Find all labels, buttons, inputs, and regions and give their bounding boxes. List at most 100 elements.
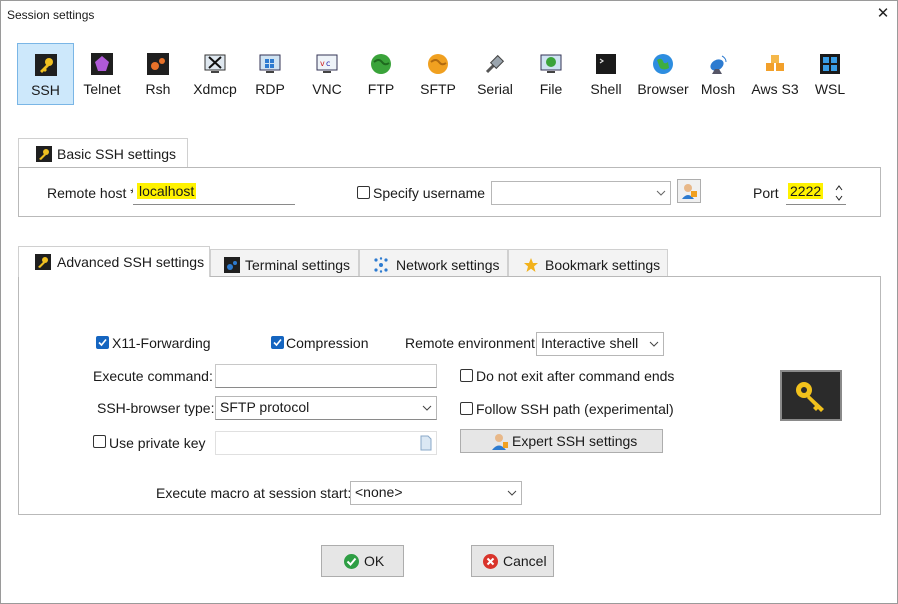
protocol-label: FTP (367, 81, 395, 97)
execute-macro-value: <none> (355, 484, 403, 500)
port-input[interactable]: 2222 (786, 181, 846, 205)
user-icon (492, 434, 508, 450)
telnet-icon (91, 53, 113, 75)
check-circle-icon (344, 554, 359, 569)
key-icon (36, 146, 52, 162)
protocol-wsl[interactable]: WSL (809, 43, 851, 105)
shell-icon (596, 54, 616, 74)
basic-settings-panel: Remote host * localhost Specify username… (18, 167, 881, 217)
protocol-xdmcp[interactable]: Xdmcp (187, 43, 243, 105)
tab-network-settings[interactable]: Network settings (359, 249, 508, 279)
document-icon[interactable] (420, 435, 432, 451)
cancel-circle-icon (483, 554, 498, 569)
specify-username-checkbox[interactable] (357, 186, 370, 199)
remote-host-label: Remote host * (47, 185, 136, 201)
username-select[interactable] (491, 181, 671, 205)
tab-label: Basic SSH settings (57, 146, 177, 162)
protocol-label: Serial (477, 81, 513, 97)
protocol-mosh[interactable]: Mosh (696, 43, 740, 105)
protocol-ssh[interactable]: SSH (17, 43, 74, 105)
terminal-icon (224, 257, 240, 273)
aws-s3-icon (766, 55, 784, 71)
browser-icon (653, 54, 673, 74)
tab-basic-ssh-settings: Basic SSH settings (18, 138, 188, 168)
protocol-serial[interactable]: Serial (470, 43, 520, 105)
protocol-sftp[interactable]: SFTP (414, 43, 462, 105)
follow-ssh-path-label: Follow SSH path (experimental) (476, 401, 674, 417)
protocol-bar: SSH Telnet Rsh Xdmcp RDP vc VNC FTP SFTP (17, 43, 857, 105)
ok-label: OK (364, 553, 385, 569)
port-value: 2222 (788, 183, 824, 199)
star-icon (524, 258, 538, 272)
protocol-ftp[interactable]: FTP (358, 43, 404, 105)
execute-macro-select[interactable]: <none> (350, 481, 522, 505)
window-title: Session settings (7, 8, 95, 22)
protocol-label: Telnet (83, 81, 121, 97)
expert-ssh-settings-label: Expert SSH settings (512, 433, 638, 449)
execute-macro-label: Execute macro at session start: (156, 485, 352, 501)
protocol-label: WSL (814, 81, 846, 97)
remote-host-input[interactable]: localhost (133, 181, 295, 205)
protocol-aws-s3[interactable]: Aws S3 (749, 43, 801, 105)
chevron-down-icon (507, 490, 517, 496)
tab-advanced-ssh-settings[interactable]: Advanced SSH settings (18, 246, 210, 277)
mosh-icon (710, 55, 727, 74)
protocol-label: File (539, 81, 563, 97)
title-bar: Session settings ✕ (1, 1, 897, 29)
protocol-label: Browser (637, 81, 689, 97)
protocol-label: SSH (31, 82, 60, 98)
chevron-down-icon (656, 190, 666, 196)
do-not-exit-label: Do not exit after command ends (476, 368, 675, 384)
use-private-key-checkbox[interactable] (93, 435, 106, 448)
serial-icon (485, 54, 505, 74)
expert-ssh-settings-button[interactable]: Expert SSH settings (460, 429, 663, 453)
tab-bookmark-settings[interactable]: Bookmark settings (508, 249, 668, 279)
protocol-label: SFTP (420, 81, 456, 97)
protocol-vnc[interactable]: vc VNC (302, 43, 352, 105)
ssh-browser-type-value: SFTP protocol (220, 399, 310, 415)
check-icon (273, 338, 282, 347)
svg-text:c: c (326, 59, 330, 68)
check-icon (98, 338, 107, 347)
advanced-settings-panel: X11-Forwarding Compression Remote enviro… (18, 276, 881, 515)
protocol-shell[interactable]: Shell (583, 43, 629, 105)
protocol-rsh[interactable]: Rsh (134, 43, 182, 105)
cancel-button[interactable]: Cancel (471, 545, 554, 577)
x11-forwarding-checkbox[interactable] (96, 336, 109, 349)
protocol-label: Xdmcp (193, 81, 237, 97)
protocol-label: Aws S3 (751, 81, 799, 97)
private-key-input[interactable] (215, 431, 437, 455)
tab-label: Terminal settings (245, 257, 351, 273)
port-spinner-icon[interactable] (834, 184, 844, 202)
compression-checkbox[interactable] (271, 336, 284, 349)
follow-ssh-path-checkbox[interactable] (460, 402, 473, 415)
wsl-icon (820, 54, 840, 74)
protocol-label: Shell (590, 81, 622, 97)
tab-terminal-settings[interactable]: Terminal settings (210, 249, 359, 279)
ssh-browser-type-select[interactable]: SFTP protocol (215, 396, 437, 420)
ssh-browser-type-label: SSH-browser type: (97, 400, 215, 416)
close-icon[interactable]: ✕ (871, 3, 895, 25)
rsh-icon (147, 53, 169, 75)
do-not-exit-checkbox[interactable] (460, 369, 473, 382)
use-private-key-label: Use private key (109, 435, 206, 451)
user-manager-button[interactable] (677, 179, 701, 203)
tab-label: Bookmark settings (545, 257, 661, 273)
ssh-key-icon (34, 54, 57, 76)
protocol-browser[interactable]: Browser (637, 43, 689, 105)
ssh-key-image (780, 370, 842, 421)
session-settings-window: Session settings ✕ SSH Telnet Rsh Xdmcp … (0, 0, 898, 604)
chevron-down-icon (422, 405, 432, 411)
execute-command-label: Execute command: (93, 368, 213, 384)
remote-environment-value: Interactive shell (541, 335, 639, 351)
file-icon (540, 54, 562, 73)
protocol-telnet[interactable]: Telnet (77, 43, 127, 105)
remote-environment-select[interactable]: Interactive shell (536, 332, 664, 356)
remote-host-value: localhost (137, 183, 197, 199)
protocol-rdp[interactable]: RDP (246, 43, 294, 105)
x11-forwarding-label: X11-Forwarding (112, 335, 211, 351)
execute-command-input[interactable] (215, 364, 437, 388)
ok-button[interactable]: OK (321, 545, 404, 577)
protocol-label: RDP (255, 81, 285, 97)
protocol-file[interactable]: File (529, 43, 573, 105)
